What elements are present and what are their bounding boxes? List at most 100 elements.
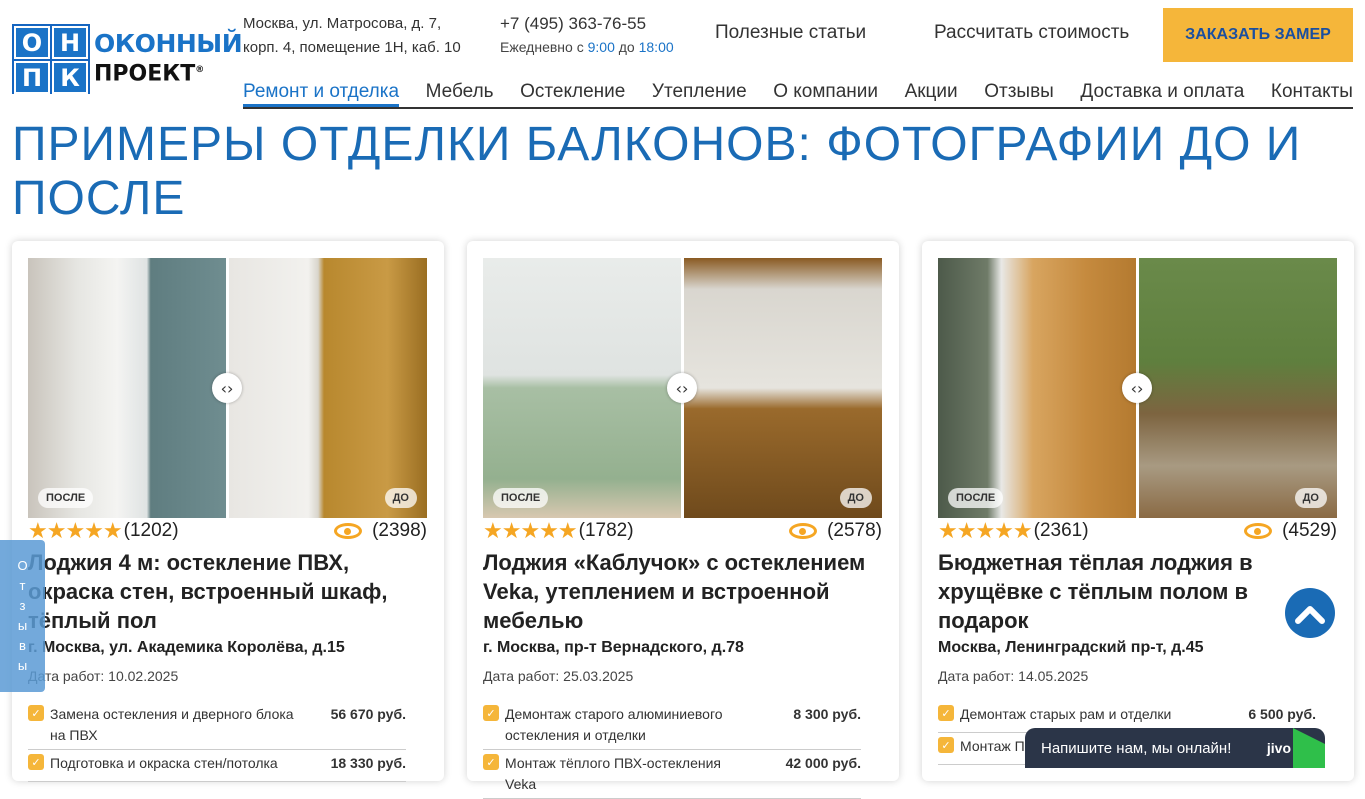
card-date: Дата работ: 14.05.2025 [938, 668, 1088, 684]
views-count: (2578) [827, 520, 882, 541]
nav-item-insulation[interactable]: Утепление [652, 78, 747, 107]
logo-letter: К [52, 61, 88, 94]
nav-item-about[interactable]: О компании [773, 78, 878, 107]
calc-link[interactable]: Рассчитать стоимость [934, 22, 1129, 44]
logo-letter: П [14, 61, 50, 94]
after-tag: ПОСЛЕ [38, 488, 94, 508]
logo[interactable]: О Н П К ОКОННЫЙ ПРОЕКТ® [12, 24, 243, 94]
card-location: г. Москва, ул. Академика Королёва, д.15 [28, 639, 345, 656]
chat-brand: jivo [1266, 740, 1291, 756]
card-meta: ★★★★★ (1782) (2578) [483, 518, 882, 544]
nav-item-delivery[interactable]: Доставка и оплата [1080, 78, 1244, 107]
work-price: 8 300 руб. [793, 706, 861, 722]
nav-item-promos[interactable]: Акции [905, 78, 958, 107]
eye-icon [334, 523, 363, 539]
works-list: ✓ Демонтаж старого алюминиевого остеклени… [483, 701, 861, 799]
address-line1: Москва, ул. Матросова, д. 7, [243, 15, 442, 32]
project-card[interactable]: ПОСЛЕ ДО ‹› ★★★★★ (2361) (4529) Бюджетна… [922, 241, 1354, 781]
page-title: ПРИМЕРЫ ОТДЕЛКИ БАЛКОНОВ: ФОТОГРАФИИ ДО … [12, 118, 1302, 225]
slider-handle[interactable]: ‹› [212, 373, 242, 403]
card-title[interactable]: Бюджетная тёплая лоджия в хрущёвке с тёп… [938, 548, 1337, 635]
before-photo: ДО [1139, 258, 1337, 518]
reviews-tab-letter: з [19, 598, 26, 613]
work-item: ✓ Монтаж тёплого ПВХ-остекления Veka 42 00… [483, 750, 861, 799]
card-location: Москва, Ленинградский пр-т, д.45 [938, 639, 1204, 656]
star-rating-icon[interactable]: ★★★★★ [938, 518, 1033, 544]
online-indicator-icon [1293, 728, 1325, 768]
work-item: ✓ Демонтаж старого алюминиевого остеклени… [483, 701, 861, 750]
main-nav: Ремонт и отделка Мебель Остекление Утепл… [243, 78, 1353, 109]
after-photo: ПОСЛЕ [938, 258, 1136, 518]
nav-item-contacts[interactable]: Контакты [1271, 78, 1353, 107]
work-name: Монтаж тёплого ПВХ-остекления Veka [505, 755, 721, 792]
project-card[interactable]: ПОСЛЕ ДО ‹› ★★★★★ (1782) (2578) Лоджия «… [467, 241, 899, 799]
views: (2578) [789, 520, 882, 542]
card-title[interactable]: Лоджия 4 м: остекление ПВХ, окраска стен… [28, 548, 427, 635]
reviews-tab-letter: ы [17, 658, 28, 673]
reviews-side-tab[interactable]: Отзывы [0, 540, 45, 692]
eye-icon [789, 523, 818, 539]
card-date: Дата работ: 10.02.2025 [28, 668, 178, 684]
phone-link[interactable]: +7 (495) 363-76-55 [500, 14, 646, 33]
after-tag: ПОСЛЕ [948, 488, 1004, 508]
views: (4529) [1244, 520, 1337, 542]
before-tag: ДО [384, 488, 417, 508]
chat-widget[interactable]: Напишите нам, мы онлайн! jivo [1025, 728, 1325, 768]
work-price: 6 500 руб. [1248, 706, 1316, 722]
slider-handle[interactable]: ‹› [1122, 373, 1152, 403]
logo-mark: О Н П К [12, 24, 90, 94]
after-photo: ПОСЛЕ [28, 258, 226, 518]
before-after-slider[interactable]: ПОСЛЕ ДО ‹› [483, 258, 882, 518]
check-icon: ✓ [938, 737, 954, 753]
hours-prefix: Ежедневно с [500, 39, 584, 55]
before-tag: ДО [1294, 488, 1327, 508]
hours-from: 9:00 [587, 39, 615, 55]
slider-handle[interactable]: ‹› [667, 373, 697, 403]
articles-link[interactable]: Полезные статьи [715, 22, 866, 44]
nav-item-furniture[interactable]: Мебель [426, 78, 494, 107]
order-measurement-button[interactable]: ЗАКАЗАТЬ ЗАМЕР [1163, 8, 1353, 62]
before-photo: ДО [229, 258, 427, 518]
before-after-slider[interactable]: ПОСЛЕ ДО ‹› [28, 258, 427, 518]
site-header: О Н П К ОКОННЫЙ ПРОЕКТ® Москва, ул. Матр… [0, 0, 1365, 118]
chat-text: Напишите нам, мы онлайн! [1041, 739, 1232, 757]
work-price: 42 000 руб. [785, 755, 861, 771]
work-name: Демонтаж старого алюминиевого остекления… [505, 706, 723, 743]
contact-block: +7 (495) 363-76-55 Ежедневно с 9:00 до 1… [500, 12, 674, 58]
address: Москва, ул. Матросова, д. 7, корп. 4, по… [243, 12, 461, 60]
card-title[interactable]: Лоджия «Каблучок» с остеклением Veka, ут… [483, 548, 882, 635]
hours-to: 18:00 [638, 39, 674, 55]
card-meta: ★★★★★ (2361) (4529) [938, 518, 1337, 544]
nav-item-repair[interactable]: Ремонт и отделка [243, 78, 400, 107]
after-photo: ПОСЛЕ [483, 258, 681, 518]
date-value: 14.05.2025 [1018, 668, 1089, 684]
date-value: 10.02.2025 [108, 668, 179, 684]
date-label: Дата работ: [938, 668, 1015, 684]
work-item: ✓ Подготовка и окраска стен/потолка 18 330… [28, 750, 406, 782]
reviews-tab-letter: в [19, 638, 26, 653]
work-price: 18 330 руб. [330, 755, 406, 771]
before-tag: ДО [839, 488, 872, 508]
before-after-slider[interactable]: ПОСЛЕ ДО ‹› [938, 258, 1337, 518]
nav-item-glazing[interactable]: Остекление [520, 78, 625, 107]
logo-line1: ОКОННЫЙ [94, 28, 243, 58]
after-tag: ПОСЛЕ [493, 488, 549, 508]
logo-line2: ПРОЕКТ® [94, 61, 205, 87]
rating-count: (1202) [123, 520, 179, 541]
star-rating-icon[interactable]: ★★★★★ [483, 518, 578, 544]
reviews-tab-letter: О [17, 558, 28, 573]
working-hours: Ежедневно с 9:00 до 18:00 [500, 36, 674, 58]
views-count: (4529) [1282, 520, 1337, 541]
logo-line2-text: ПРОЕКТ [94, 61, 196, 87]
nav-item-reviews[interactable]: Отзывы [984, 78, 1054, 107]
logo-letter: Н [52, 26, 88, 59]
card-date: Дата работ: 25.03.2025 [483, 668, 633, 684]
project-card[interactable]: ПОСЛЕ ДО ‹› ★★★★★ (1202) (2398) Лоджия 4… [12, 241, 444, 782]
card-location: г. Москва, пр-т Вернадского, д.78 [483, 639, 744, 656]
views-count: (2398) [372, 520, 427, 541]
work-name: Замена остекления и дверного блока на ПВ… [50, 706, 294, 743]
scroll-to-top-button[interactable] [1285, 588, 1335, 638]
rating-count: (2361) [1033, 520, 1089, 541]
card-meta: ★★★★★ (1202) (2398) [28, 518, 427, 544]
hours-mid: до [618, 39, 635, 55]
